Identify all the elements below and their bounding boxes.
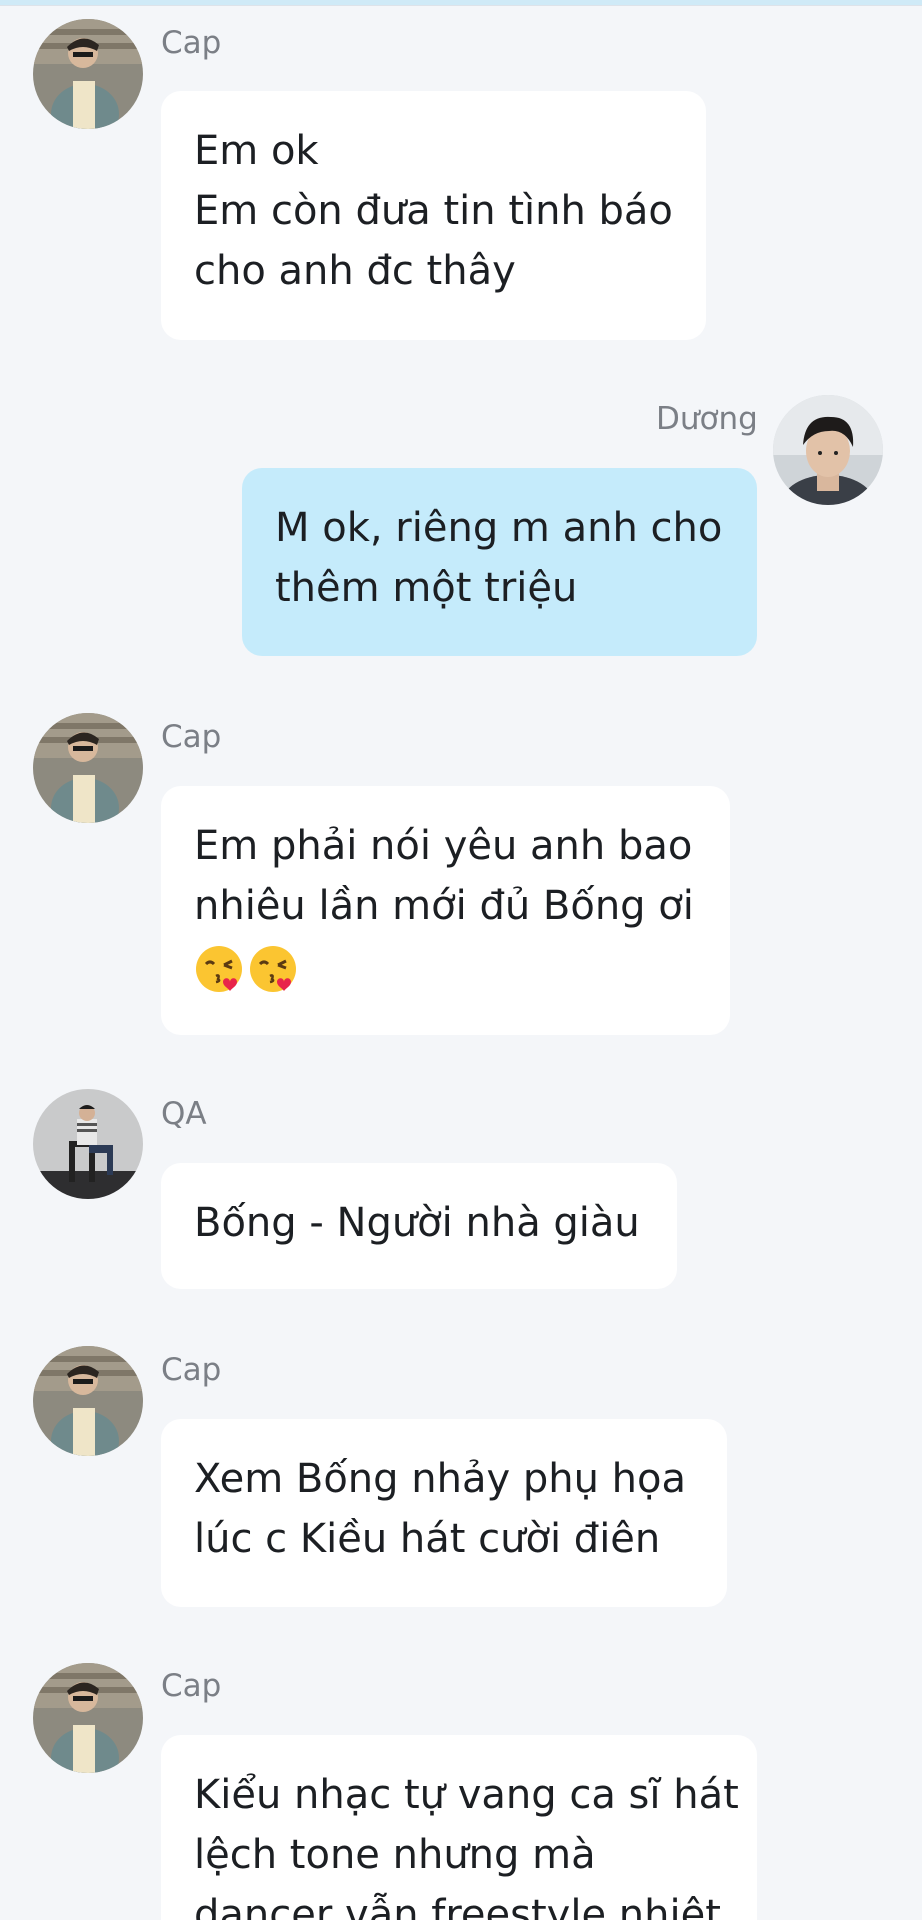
kissing-face-with-heart-emoji-icon xyxy=(248,944,298,994)
sender-name: Cap xyxy=(161,719,222,755)
chat-message-list[interactable]: Cap Em ok Em còn đưa tin tình báo cho an… xyxy=(0,0,922,1920)
message-bubble[interactable]: M ok, riêng m anh cho thêm một triệu xyxy=(242,468,757,656)
message-text: lúc c Kiều hát cười điên xyxy=(194,1516,661,1562)
sender-name: Cap xyxy=(161,1668,222,1704)
cap-avatar[interactable] xyxy=(33,1346,143,1456)
message-text: Xem Bống nhảy phụ họa xyxy=(194,1456,687,1502)
message-text: lệch tone nhưng mà xyxy=(194,1832,596,1878)
cap-avatar[interactable] xyxy=(33,713,143,823)
message-text: Em ok xyxy=(194,128,319,174)
sender-name: Cap xyxy=(161,1352,222,1388)
message-bubble[interactable]: Bống - Người nhà giàu xyxy=(161,1163,677,1289)
cap-avatar[interactable] xyxy=(33,19,143,129)
message-text: Em còn đưa tin tình báo xyxy=(194,188,673,234)
message-bubble[interactable]: Xem Bống nhảy phụ họa lúc c Kiều hát cườ… xyxy=(161,1419,727,1607)
message-text: nhiêu lần mới đủ Bống ơi xyxy=(194,883,694,929)
message-bubble[interactable]: Kiểu nhạc tự vang ca sĩ hát lệch tone nh… xyxy=(161,1735,757,1920)
message-text: cho anh đc thây xyxy=(194,248,516,294)
message-bubble[interactable]: Em phải nói yêu anh bao nhiêu lần mới đủ… xyxy=(161,786,730,1035)
qa-avatar[interactable] xyxy=(33,1089,143,1199)
sender-name: QA xyxy=(161,1096,207,1132)
message-text: Bống - Người nhà giàu xyxy=(194,1200,640,1246)
message-text: thêm một triệu xyxy=(275,565,578,611)
message-text: Kiểu nhạc tự vang ca sĩ hát xyxy=(194,1772,739,1818)
message-text: Em phải nói yêu anh bao xyxy=(194,823,693,869)
cap-avatar[interactable] xyxy=(33,1663,143,1773)
message-text: M ok, riêng m anh cho xyxy=(275,505,723,551)
message-text: dancer vẫn freestyle nhiệt xyxy=(194,1892,721,1920)
kissing-face-with-heart-emoji-icon xyxy=(194,944,244,994)
emoji-row xyxy=(194,936,697,996)
message-bubble[interactable]: Em ok Em còn đưa tin tình báo cho anh đc… xyxy=(161,91,706,340)
duong-avatar[interactable] xyxy=(773,395,883,505)
sender-name: Dương xyxy=(656,401,758,437)
sender-name: Cap xyxy=(161,25,222,61)
